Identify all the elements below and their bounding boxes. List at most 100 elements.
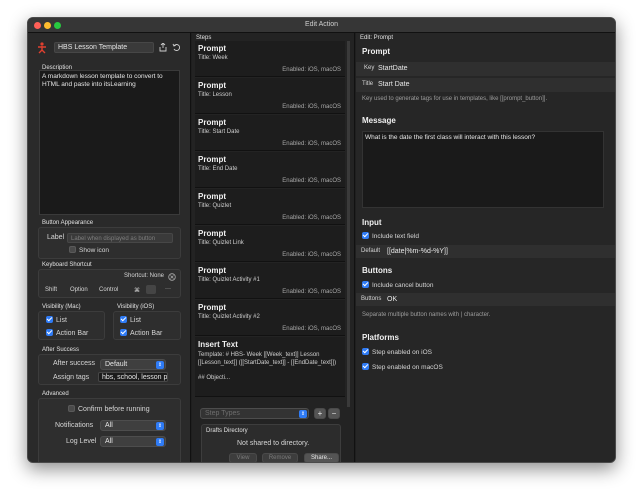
description-textarea[interactable]: A markdown lesson template to convert to…	[39, 70, 180, 215]
enabled-macos-label: Step enabled on macOS	[372, 364, 443, 371]
buttons-field[interactable]: OK	[384, 295, 611, 305]
mac-list-check[interactable]	[46, 316, 53, 323]
steps-list: Prompt Title: Week Enabled: iOS, macOS P…	[192, 41, 350, 407]
notifications-caption: Notifications	[55, 422, 94, 429]
editor-header: Edit: Prompt	[360, 35, 394, 41]
button-appearance-box	[38, 227, 181, 259]
view-button[interactable]: View	[229, 453, 257, 462]
step-enabled: Enabled: iOS, macOS	[282, 215, 341, 221]
more-button[interactable]: ···	[165, 286, 171, 292]
include-cancel-check[interactable]	[362, 281, 369, 288]
step-item[interactable]: Prompt Title: Quizlet Link Enabled: iOS,…	[195, 226, 345, 262]
enabled-macos-checkbox[interactable]: Step enabled on macOS	[362, 363, 443, 371]
enabled-ios-label: Step enabled on iOS	[372, 349, 432, 356]
step-item[interactable]: Prompt Title: Quizlet Activity #1 Enable…	[195, 263, 345, 299]
shift-toggle[interactable]: Shift	[45, 287, 57, 293]
key-field[interactable]: StartDate	[375, 64, 611, 74]
include-text-field-check[interactable]	[362, 232, 369, 239]
mac-action-bar-checkbox[interactable]: Action Bar	[46, 329, 88, 337]
label-field[interactable]: Label when displayed as button	[67, 233, 173, 243]
step-item[interactable]: Prompt Title: Quizlet Enabled: iOS, macO…	[195, 189, 345, 225]
remove-step-button[interactable]: −	[328, 408, 340, 419]
step-enabled: Enabled: iOS, macOS	[282, 289, 341, 295]
step-item[interactable]: Prompt Title: End Date Enabled: iOS, mac…	[195, 152, 345, 188]
title-field[interactable]: Start Date	[375, 80, 611, 90]
visibility-mac-header: Visibility (Mac)	[42, 304, 81, 310]
log-level-popup[interactable]: All ⇕	[100, 436, 166, 447]
step-type: Prompt	[198, 81, 226, 90]
step-title: Title: Week	[198, 55, 228, 61]
default-field[interactable]: [[date|%m-%d-%Y]]	[384, 247, 611, 257]
person-icon[interactable]	[37, 42, 47, 54]
step-type: Prompt	[198, 266, 226, 275]
after-success-caption: After success	[53, 360, 96, 367]
ios-action-bar-checkbox[interactable]: Action Bar	[120, 329, 162, 337]
insert-text-step[interactable]: Insert Text Template: # HBS- Week [[Week…	[195, 337, 345, 397]
step-type: Prompt	[198, 44, 226, 53]
command-toggle[interactable]: ⌘	[134, 287, 140, 294]
show-icon-checkbox[interactable]: Show icon	[69, 246, 109, 254]
ios-list-check[interactable]	[120, 316, 127, 323]
button-appearance-header: Button Appearance	[42, 220, 94, 226]
confirm-check[interactable]	[68, 405, 75, 412]
step-item[interactable]: Prompt Title: Lesson Enabled: iOS, macOS	[195, 78, 345, 114]
enabled-macos-check[interactable]	[362, 363, 369, 370]
step-type: Prompt	[198, 303, 226, 312]
share-icon[interactable]	[159, 43, 167, 52]
share-button[interactable]: Share...	[304, 453, 339, 462]
show-icon-label: Show icon	[79, 247, 109, 254]
after-success-popup[interactable]: Default ⇕	[100, 359, 166, 370]
control-toggle[interactable]: Control	[99, 287, 118, 293]
step-enabled: Enabled: iOS, macOS	[282, 178, 341, 184]
step-item[interactable]: Prompt Title: Start Date Enabled: iOS, m…	[195, 115, 345, 151]
clear-icon[interactable]	[168, 273, 176, 281]
include-cancel-checkbox[interactable]: Include cancel button	[362, 281, 433, 289]
step-types-popup[interactable]: Step Types ⇕	[200, 408, 309, 419]
confirm-checkbox[interactable]: Confirm before running	[68, 405, 150, 413]
confirm-label: Confirm before running	[78, 406, 150, 413]
step-enabled: Enabled: iOS, macOS	[282, 141, 341, 147]
show-icon-check[interactable]	[69, 246, 76, 253]
key-caption: Key	[364, 65, 375, 71]
mac-action-bar-check[interactable]	[46, 329, 53, 336]
shortcut-status: Shortcut: None	[124, 273, 165, 279]
step-enabled: Enabled: iOS, macOS	[282, 67, 341, 73]
chevron-updown-icon: ⇕	[299, 410, 307, 418]
include-text-field-checkbox[interactable]: Include text field	[362, 232, 419, 240]
chevron-updown-icon: ⇕	[156, 361, 164, 369]
shortcut-header: Keyboard Shortcut	[42, 262, 92, 268]
step-title: Title: Quizlet Link	[198, 240, 244, 246]
enabled-ios-check[interactable]	[362, 348, 369, 355]
step-types-label: Step Types	[205, 410, 240, 417]
remove-button[interactable]: Remove	[262, 453, 298, 462]
key-hint: Key used to generate tags for use in tem…	[362, 96, 548, 102]
step-type: Prompt	[198, 118, 226, 127]
default-caption: Default	[361, 248, 381, 254]
add-step-button[interactable]: +	[314, 408, 326, 419]
step-title: Title: Quizlet	[198, 203, 232, 209]
option-toggle[interactable]: Option	[70, 287, 88, 293]
enabled-ios-checkbox[interactable]: Step enabled on iOS	[362, 348, 432, 356]
action-name-field[interactable]: HBS Lesson Template	[54, 42, 154, 53]
notifications-popup[interactable]: All ⇕	[100, 420, 166, 431]
edit-action-window: Edit Action HBS Lesson Template Descript…	[27, 17, 616, 463]
visibility-ios-header: Visibility (iOS)	[117, 304, 155, 310]
step-type: Prompt	[198, 192, 226, 201]
message-section-title: Message	[362, 116, 396, 125]
log-level-value: All	[105, 438, 113, 445]
key-field[interactable]	[146, 285, 156, 294]
mac-list-label: List	[56, 317, 67, 324]
assign-tags-field[interactable]: hbs, school, lesson p	[98, 372, 168, 382]
after-success-header: After Success	[42, 347, 80, 353]
message-textarea[interactable]: What is the date the first class will in…	[362, 131, 604, 208]
ios-list-checkbox[interactable]: List	[120, 316, 141, 324]
assign-tags-caption: Assign tags	[53, 374, 90, 381]
chevron-updown-icon: ⇕	[156, 438, 164, 446]
step-item[interactable]: Prompt Title: Quizlet Activity #2 Enable…	[195, 300, 345, 336]
step-item[interactable]: Prompt Title: Week Enabled: iOS, macOS	[195, 41, 345, 77]
mac-list-checkbox[interactable]: List	[46, 316, 67, 324]
undo-icon[interactable]	[172, 43, 181, 52]
steps-scrollbar[interactable]	[347, 41, 350, 407]
platforms-section-title: Platforms	[362, 333, 399, 342]
ios-action-bar-check[interactable]	[120, 329, 127, 336]
